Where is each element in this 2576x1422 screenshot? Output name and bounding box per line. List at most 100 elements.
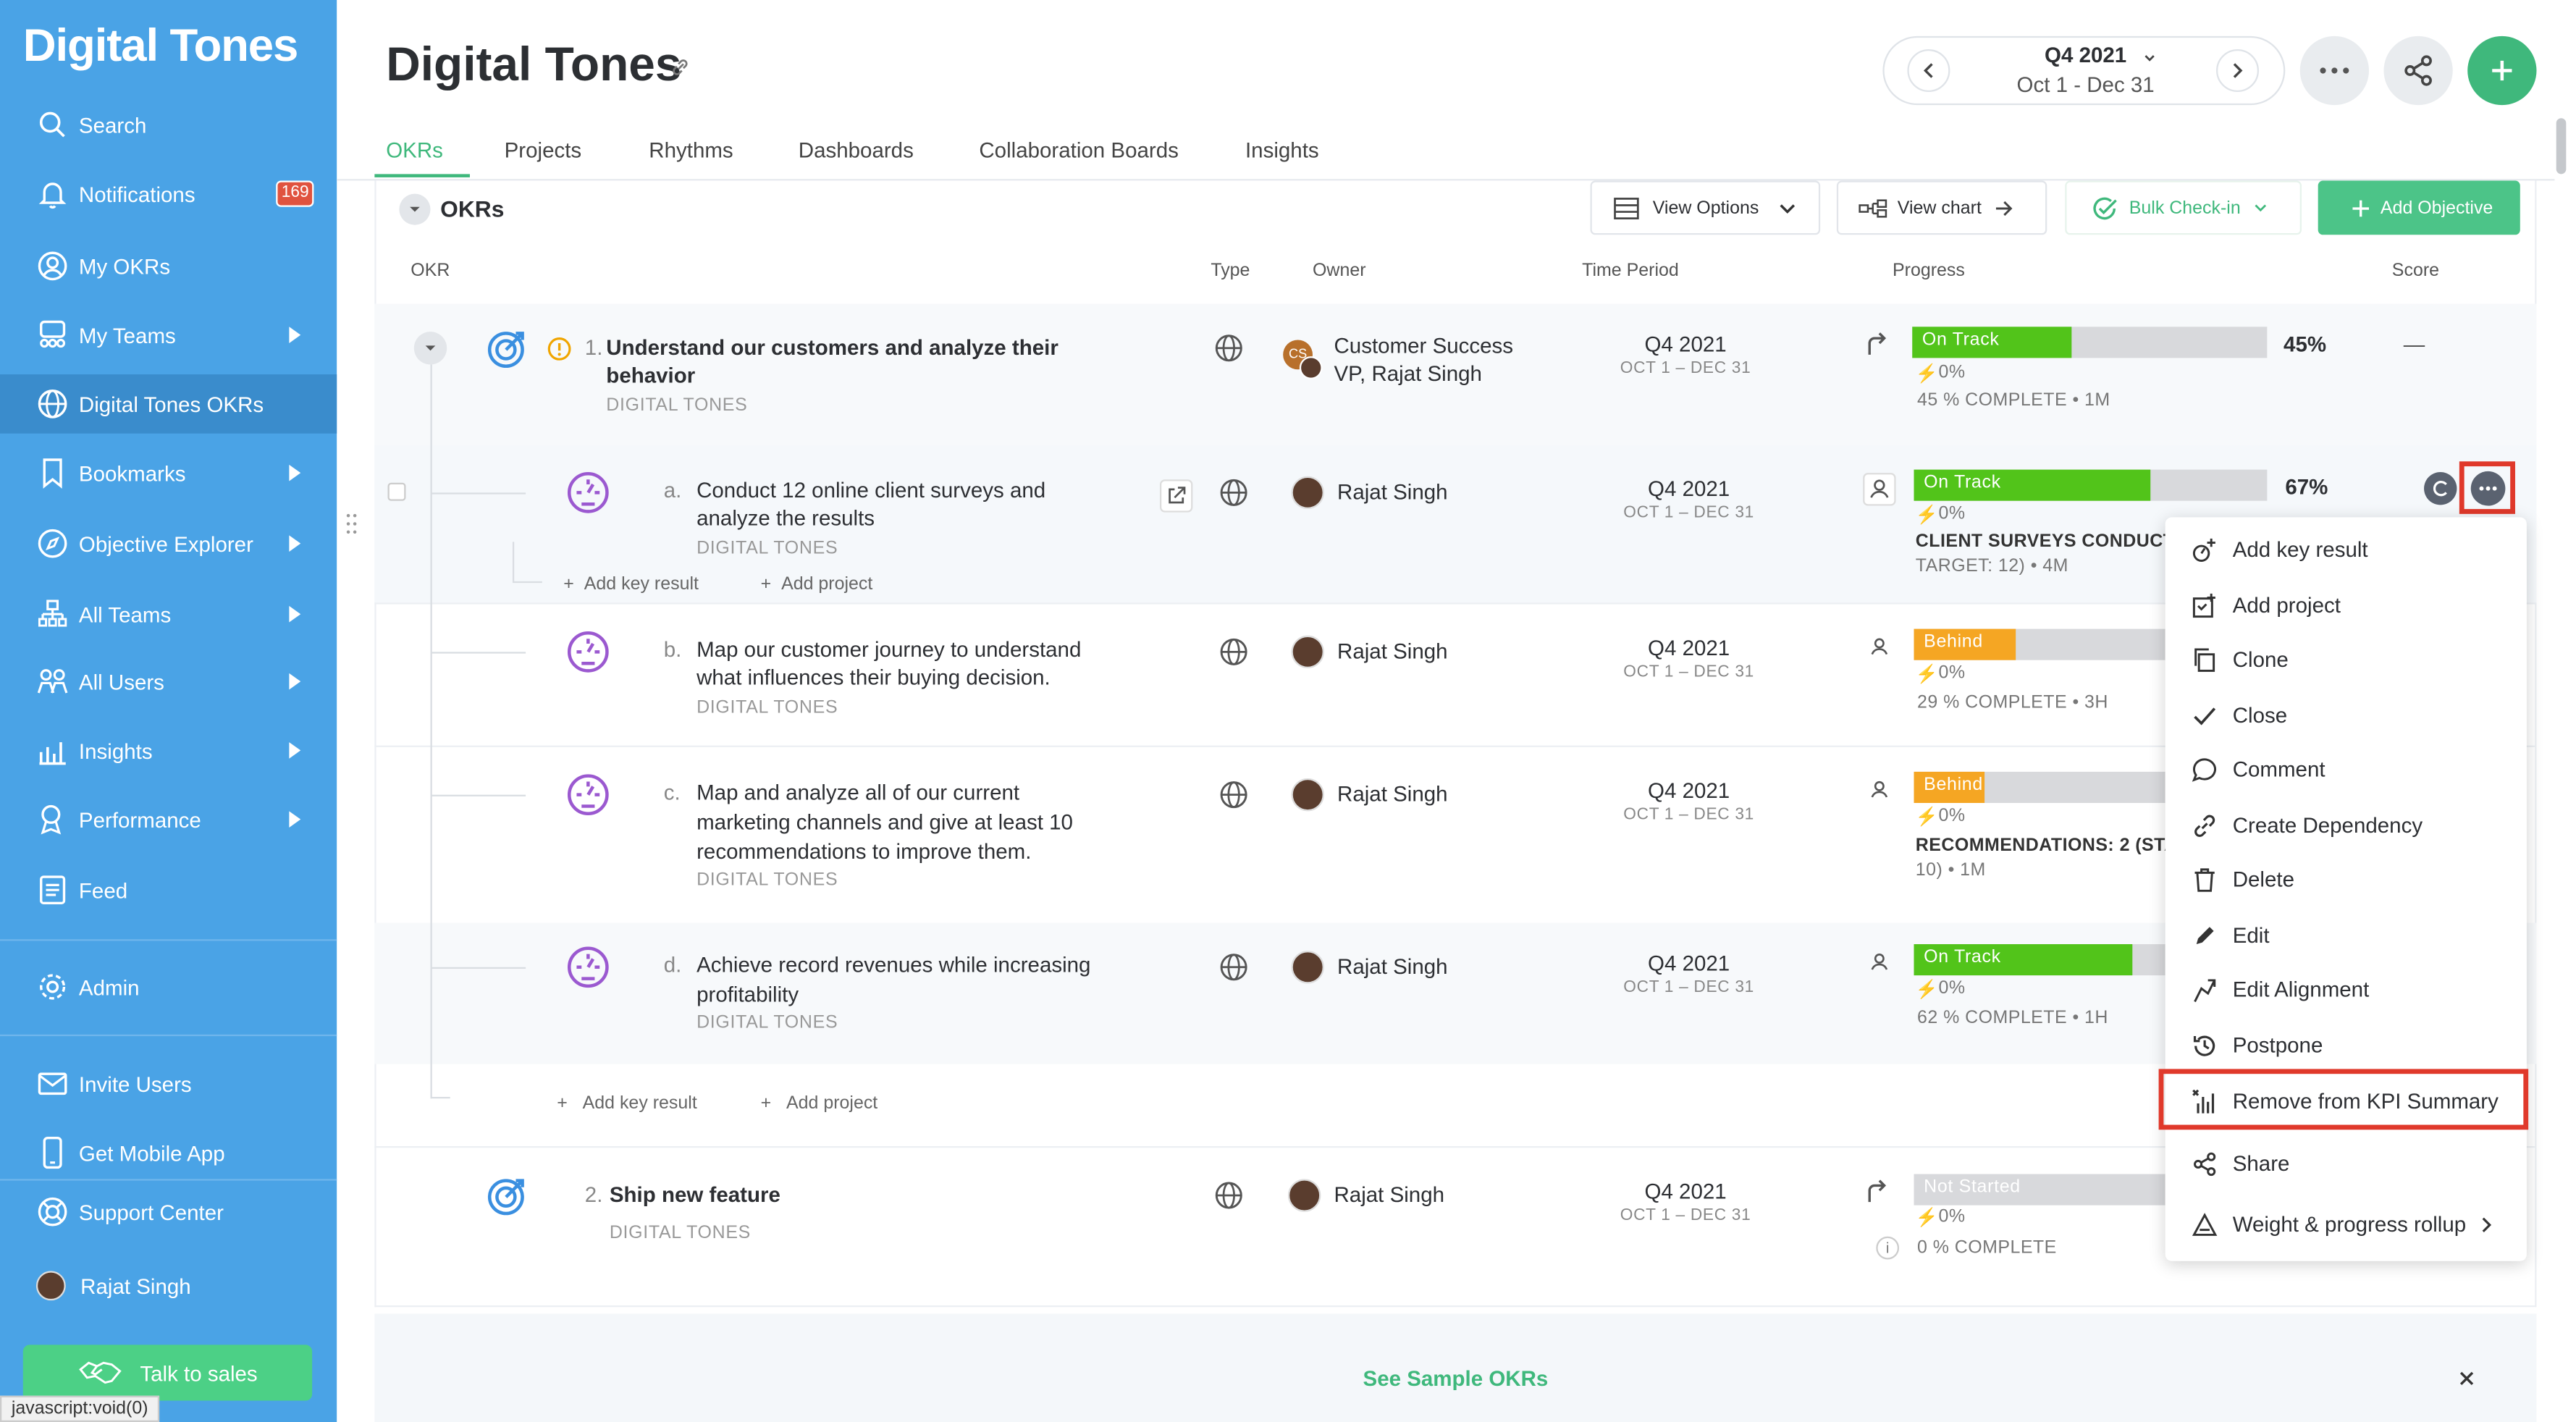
menu-item-edit-alignment[interactable]: Edit Alignment xyxy=(2165,962,2527,1017)
scrollbar-thumb[interactable] xyxy=(2556,118,2567,174)
menu-item-edit[interactable]: Edit xyxy=(2165,908,2527,962)
expand-arrow-icon[interactable] xyxy=(289,327,301,343)
aligned-arrow-icon[interactable] xyxy=(1863,1177,1889,1203)
progress-bar[interactable]: On Track xyxy=(1914,944,2165,976)
menu-item-delete[interactable]: Delete xyxy=(2165,852,2527,906)
info-icon[interactable]: i xyxy=(1876,1236,1900,1260)
sidebar-item-admin[interactable]: Admin xyxy=(0,957,337,1017)
sidebar-item-my-okrs[interactable]: My OKRs xyxy=(0,237,337,296)
tab-okrs[interactable]: OKRs xyxy=(386,138,443,163)
sidebar-item-performance[interactable]: Performance xyxy=(0,790,337,849)
sidebar-item-all-users[interactable]: All Users xyxy=(0,652,337,711)
row-actions-button[interactable] xyxy=(2470,471,2506,506)
tab-projects[interactable]: Projects xyxy=(505,138,582,163)
menu-item-weight-progress-rollup[interactable]: Weight & progress rollup xyxy=(2165,1197,2527,1251)
add-project-link[interactable]: + Add project xyxy=(761,1093,878,1113)
collapse-section-button[interactable] xyxy=(399,193,431,225)
add-key-result-link[interactable]: + Add key result xyxy=(563,575,699,594)
menu-item-share[interactable]: Share xyxy=(2165,1136,2527,1190)
close-icon[interactable] xyxy=(2459,1371,2474,1386)
tab-collaboration-boards[interactable]: Collaboration Boards xyxy=(979,138,1178,163)
expand-arrow-icon[interactable] xyxy=(289,605,301,623)
progress-bar[interactable]: On Track xyxy=(1914,469,2268,501)
expand-arrow-icon[interactable] xyxy=(289,464,301,481)
owner-name[interactable]: Rajat Singh xyxy=(1337,479,1448,504)
sidebar-item-get-mobile-app[interactable]: Get Mobile App xyxy=(0,1123,337,1182)
add-key-result-link[interactable]: + Add key result xyxy=(557,1093,697,1113)
bulk-check-in-button[interactable]: Bulk Check-in xyxy=(2065,180,2302,235)
menu-item-comment[interactable]: Comment xyxy=(2165,742,2527,796)
add-project-link[interactable]: + Add project xyxy=(761,575,873,594)
owner-name[interactable]: Rajat Singh xyxy=(1337,639,1448,663)
owner-name[interactable]: Rajat Singh xyxy=(1337,954,1448,979)
menu-item-close[interactable]: Close xyxy=(2165,688,2527,742)
sidebar-item-bookmarks[interactable]: Bookmarks xyxy=(0,443,337,502)
progress-bar[interactable]: Not Started xyxy=(1914,1174,2165,1206)
owner-name[interactable]: VP, Rajat Singh xyxy=(1334,361,1482,386)
sidebar-item-objective-explorer[interactable]: Objective Explorer xyxy=(0,514,337,573)
tab-rhythms[interactable]: Rhythms xyxy=(649,138,733,163)
key-result-title[interactable]: recommendations to improve them. xyxy=(696,838,1031,867)
next-period-button[interactable] xyxy=(2216,49,2260,93)
key-result-title[interactable]: profitability xyxy=(696,980,799,1009)
owner-check-in-button[interactable] xyxy=(1863,473,1896,506)
expand-arrow-icon[interactable] xyxy=(289,673,301,690)
progress-bar[interactable]: On Track xyxy=(1912,327,2268,358)
objective-title[interactable]: Ship new feature xyxy=(610,1181,780,1210)
sidebar-item-my-teams[interactable]: My Teams xyxy=(0,306,337,365)
objective-title[interactable]: behavior xyxy=(606,361,695,390)
menu-item-clone[interactable]: Clone xyxy=(2165,632,2527,686)
view-chart-button[interactable]: View chart xyxy=(1836,180,2047,235)
sidebar-item-digital-tones-okrs[interactable]: Digital Tones OKRs xyxy=(0,374,337,434)
person-icon[interactable] xyxy=(1866,949,1893,975)
objective-title[interactable]: Understand our customers and analyze the… xyxy=(606,333,1058,362)
owner-name[interactable]: Rajat Singh xyxy=(1334,1182,1445,1207)
menu-item-postpone[interactable]: Postpone xyxy=(2165,1018,2527,1072)
owner-name[interactable]: Rajat Singh xyxy=(1337,782,1448,807)
tab-dashboards[interactable]: Dashboards xyxy=(799,138,914,163)
key-result-title[interactable]: Conduct 12 online client surveys and xyxy=(696,476,1045,505)
add-objective-button[interactable]: Add Objective xyxy=(2318,180,2520,235)
sidebar-user-profile[interactable]: Rajat Singh xyxy=(0,1256,337,1316)
row-checkbox[interactable] xyxy=(387,482,406,501)
key-result-title[interactable]: analyze the results xyxy=(696,504,875,533)
progress-bar[interactable]: Behind xyxy=(1914,628,2165,660)
sidebar-item-search[interactable]: Search xyxy=(0,96,337,155)
collapse-objective-button[interactable] xyxy=(413,332,447,365)
tab-insights[interactable]: Insights xyxy=(1245,138,1319,163)
expand-arrow-icon[interactable] xyxy=(289,742,301,759)
progress-bar[interactable]: Behind xyxy=(1914,771,2165,804)
menu-item-create-dependency[interactable]: Create Dependency xyxy=(2165,798,2527,852)
key-result-title[interactable]: marketing channels and give at least 10 xyxy=(696,808,1073,837)
sidebar-item-all-teams[interactable]: All Teams xyxy=(0,584,337,644)
menu-item-add-key-result[interactable]: Add key result xyxy=(2165,522,2527,576)
key-result-title[interactable]: Achieve record revenues while increasing xyxy=(696,951,1090,980)
share-button[interactable] xyxy=(2383,35,2453,106)
sidebar-item-insights[interactable]: Insights xyxy=(0,721,337,781)
view-options-button[interactable]: View Options xyxy=(1590,180,1821,235)
sidebar-item-support-center[interactable]: Support Center xyxy=(0,1182,337,1242)
more-options-button[interactable] xyxy=(2299,35,2370,106)
sidebar-item-notifications[interactable]: Notifications 169 xyxy=(0,164,337,224)
add-button[interactable] xyxy=(2467,35,2537,106)
expand-arrow-icon[interactable] xyxy=(289,535,301,552)
key-result-title[interactable]: Map our customer journey to understand xyxy=(696,636,1081,665)
drag-handle-icon[interactable] xyxy=(345,513,358,536)
menu-item-add-project[interactable]: Add project xyxy=(2165,578,2527,632)
key-result-title[interactable]: what influences their buying decision. xyxy=(696,663,1051,692)
key-result-title[interactable]: Map and analyze all of our current xyxy=(696,778,1019,807)
expand-arrow-icon[interactable] xyxy=(289,811,301,828)
time-period-selector[interactable]: Q4 2021 Oct 1 - Dec 31 xyxy=(1882,35,2286,106)
warning-icon[interactable] xyxy=(547,337,572,361)
person-icon[interactable] xyxy=(1866,777,1893,803)
open-external-button[interactable] xyxy=(1159,479,1193,513)
talk-to-sales-button[interactable]: Talk to sales xyxy=(22,1345,313,1401)
owner-name[interactable]: Customer Success xyxy=(1334,333,1514,358)
sidebar-item-feed[interactable]: Feed xyxy=(0,860,337,920)
sidebar-item-invite-users[interactable]: Invite Users xyxy=(0,1054,337,1114)
aligned-arrow-icon[interactable] xyxy=(1863,330,1889,356)
link-icon[interactable] xyxy=(670,57,690,77)
see-sample-okrs-link[interactable]: See Sample OKRs xyxy=(374,1366,2536,1391)
check-in-icon[interactable] xyxy=(2423,471,2458,506)
person-icon[interactable] xyxy=(1866,634,1893,660)
